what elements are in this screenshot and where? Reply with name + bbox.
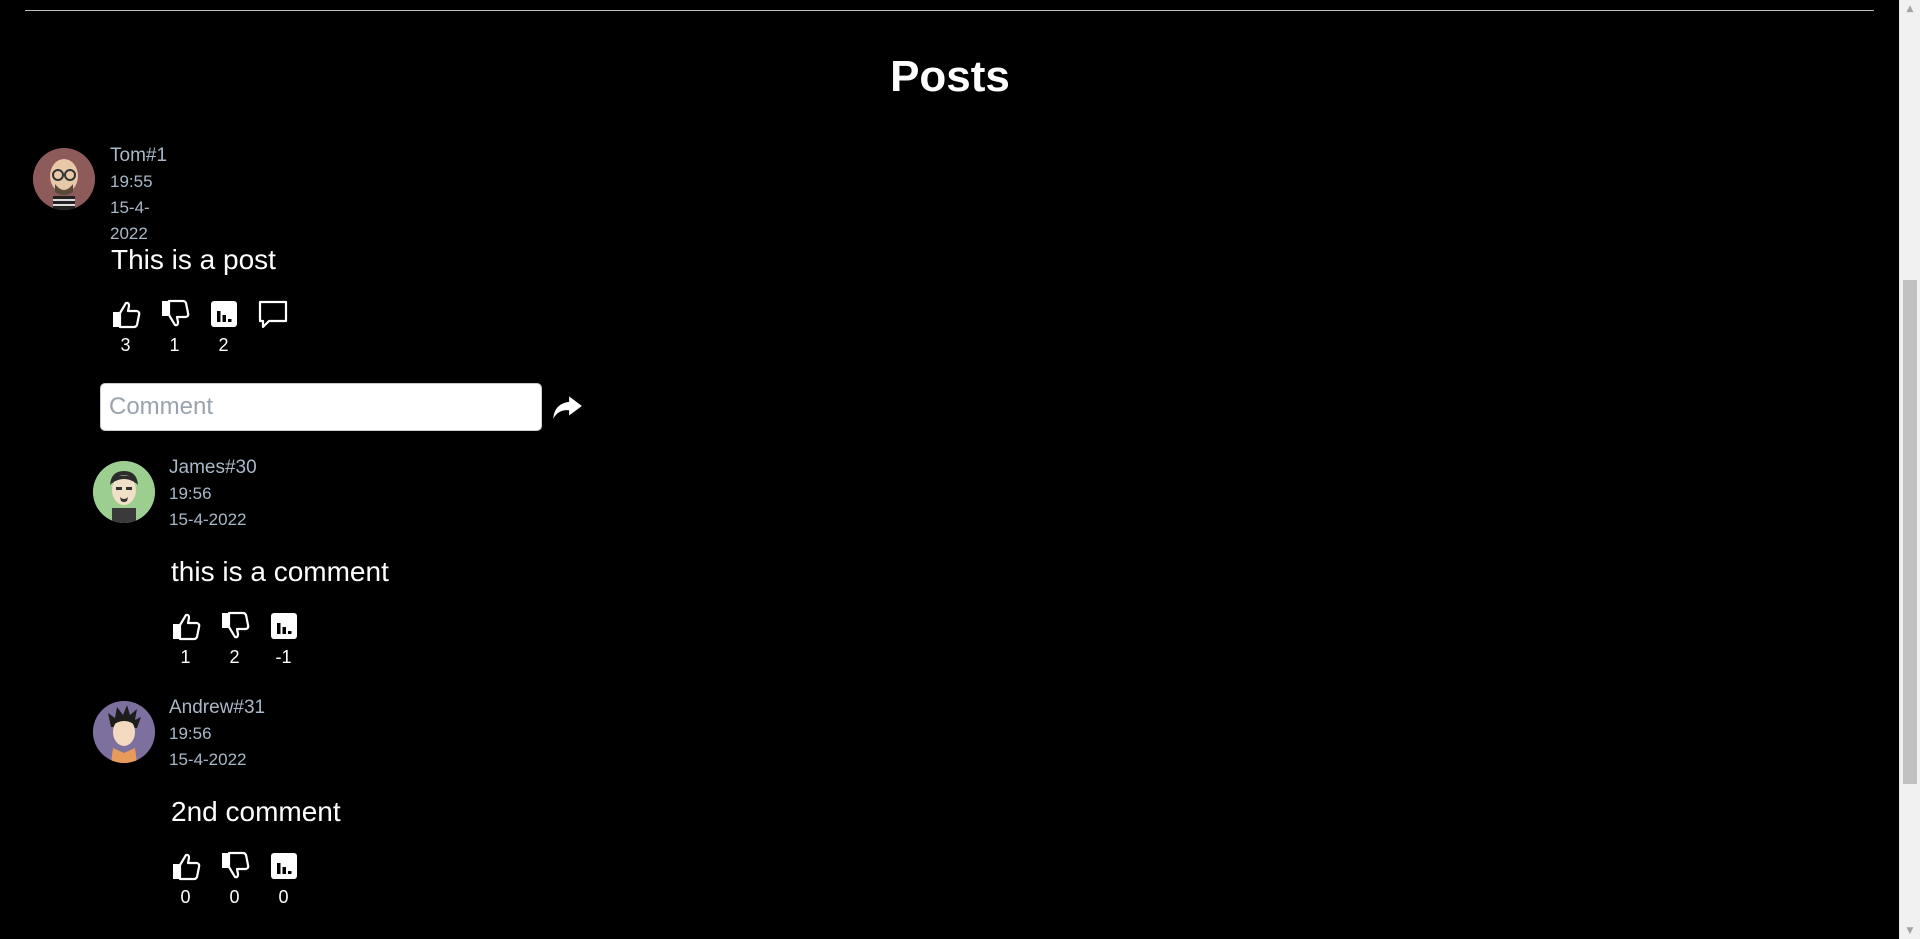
comment-text: this is a comment	[171, 556, 389, 587]
share-arrow-icon	[553, 396, 582, 419]
like-count: 1	[180, 647, 191, 667]
comment-date: 15-4-2022	[169, 750, 247, 769]
thumbs-up-icon	[112, 301, 140, 329]
scroll-thumb[interactable]	[1903, 280, 1917, 784]
page-title: Posts	[890, 52, 1010, 101]
vertical-scrollbar[interactable]: ▲ ▼	[1899, 0, 1920, 939]
bar-chart-icon	[210, 301, 237, 327]
scroll-up-icon[interactable]: ▲	[1900, 0, 1920, 17]
thumbs-down-icon	[161, 299, 189, 327]
author-name[interactable]: Tom#1	[110, 143, 167, 169]
score-count: 2	[218, 335, 229, 355]
author-name[interactable]: Andrew#31	[169, 695, 265, 721]
comment-meta: Andrew#31 19:56 15-4-2022	[169, 695, 265, 773]
comment-input[interactable]	[100, 383, 542, 431]
thumbs-down-icon	[221, 611, 249, 639]
comment-time: 19:56	[169, 724, 212, 743]
avatar[interactable]	[33, 148, 95, 210]
dislike-count: 0	[229, 887, 240, 907]
bar-chart-icon	[270, 613, 297, 639]
score-button[interactable]: 2	[199, 298, 248, 355]
comment-form	[100, 383, 586, 431]
thumbs-up-icon	[172, 613, 200, 641]
avatar[interactable]	[93, 701, 155, 763]
comment-date: 15-4-2022	[169, 510, 247, 529]
scroll-down-icon[interactable]: ▼	[1900, 922, 1920, 939]
like-count: 0	[180, 887, 191, 907]
thumbs-up-icon	[172, 853, 200, 881]
score-button[interactable]: 0	[259, 850, 308, 907]
page: Posts Tom#1 19:55 15-4-2022 This is a po…	[0, 0, 1920, 939]
dislike-button[interactable]: 1	[150, 298, 199, 355]
comment-text: 2nd comment	[171, 796, 341, 827]
avatar[interactable]	[93, 461, 155, 523]
comment-time: 19:56	[169, 484, 212, 503]
author-name[interactable]: James#30	[169, 455, 257, 481]
score-count: -1	[275, 647, 292, 667]
dislike-button[interactable]: 0	[210, 850, 259, 907]
bar-chart-icon	[270, 853, 297, 879]
like-button[interactable]: 3	[101, 298, 150, 355]
speech-bubble-icon	[258, 300, 287, 329]
post-actions: 3 1 2	[101, 298, 297, 355]
top-divider	[25, 10, 1874, 11]
comment-toggle-button[interactable]	[248, 298, 297, 355]
like-button[interactable]: 0	[161, 850, 210, 907]
thumbs-down-icon	[221, 851, 249, 879]
comment-meta: James#30 19:56 15-4-2022	[169, 455, 257, 533]
dislike-count: 1	[169, 335, 180, 355]
post-text: This is a post	[111, 244, 276, 275]
post-date: 15-4-2022	[110, 198, 150, 243]
send-comment-button[interactable]	[548, 388, 586, 426]
dislike-count: 2	[229, 647, 240, 667]
post-meta: Tom#1 19:55 15-4-2022	[110, 143, 167, 247]
dislike-button[interactable]: 2	[210, 610, 259, 667]
score-button[interactable]: -1	[259, 610, 308, 667]
post-time: 19:55	[110, 172, 153, 191]
comment-actions: 0 0 0	[161, 850, 308, 907]
comment-actions: 1 2 -1	[161, 610, 308, 667]
like-button[interactable]: 1	[161, 610, 210, 667]
score-count: 0	[278, 887, 289, 907]
like-count: 3	[120, 335, 131, 355]
